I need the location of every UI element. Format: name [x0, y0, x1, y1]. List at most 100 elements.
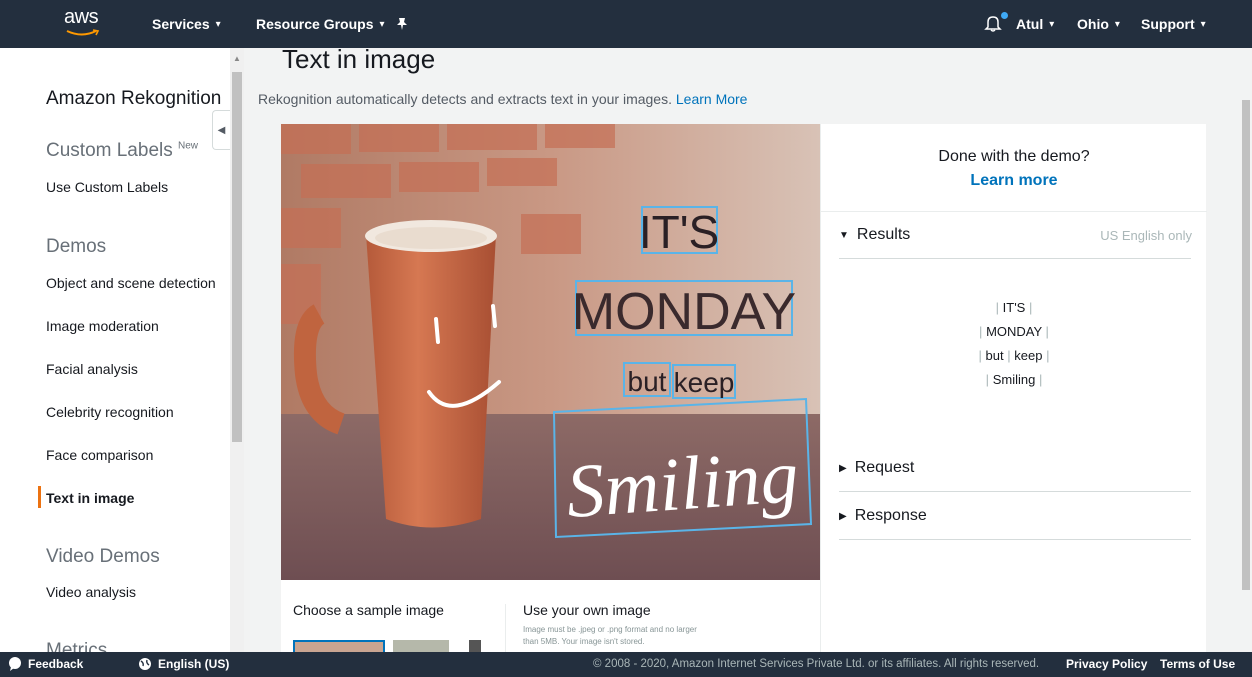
page-scrollbar-thumb[interactable]: [1242, 100, 1250, 590]
results-panel: Done with the demo? Learn more ▼ Results…: [820, 124, 1207, 652]
new-badge: New: [178, 140, 199, 152]
pin-icon: [397, 18, 407, 30]
chevron-down-icon: ▾: [1200, 18, 1206, 30]
sidebar-item-video-analysis[interactable]: Video analysis: [46, 584, 136, 600]
sidebar-item-object-scene-detection[interactable]: Object and scene detection: [46, 275, 216, 291]
user-label: Atul: [1016, 16, 1044, 32]
chevron-down-icon: ▾: [1049, 18, 1055, 30]
result-word: Smiling: [992, 372, 1036, 387]
image-word-keep: keep: [674, 367, 735, 398]
us-english-note: US English only: [1100, 228, 1192, 243]
aws-logo-text: aws: [64, 6, 99, 28]
active-indicator: [38, 486, 41, 508]
globe-icon: [139, 658, 151, 670]
sidebar-title[interactable]: Amazon Rekognition: [46, 88, 221, 110]
result-line: | but | keep |: [978, 348, 1050, 363]
region-menu[interactable]: Ohio ▾: [1077, 0, 1120, 48]
description-text: Rekognition automatically detects and ex…: [258, 91, 672, 107]
image-word-but: but: [628, 366, 667, 397]
sidebar-item-celebrity-recognition[interactable]: Celebrity recognition: [46, 404, 174, 420]
footer: Feedback English (US) © 2008 - 2020, Ama…: [0, 652, 1252, 677]
page-description: Rekognition automatically detects and ex…: [258, 91, 747, 107]
result-line: | IT'S |: [995, 300, 1033, 315]
result-line: | Smiling |: [985, 372, 1043, 387]
divider: [839, 258, 1191, 259]
resource-groups-label: Resource Groups: [256, 16, 374, 32]
image-word-monday: MONDAY: [572, 283, 796, 341]
divider: [505, 604, 506, 654]
sidebar-scrollbar[interactable]: ▲: [230, 48, 244, 652]
chevron-down-icon: ▾: [379, 18, 385, 30]
custom-labels-heading: Custom Labels: [46, 140, 173, 161]
image-word-its: IT'S: [639, 206, 719, 258]
feedback-button[interactable]: Feedback: [8, 657, 83, 671]
caret-right-icon: ▶: [839, 510, 847, 522]
caret-right-icon: ▶: [839, 462, 847, 474]
result-line: | MONDAY |: [979, 324, 1049, 339]
divider: [839, 539, 1191, 540]
sidebar-item-image-moderation[interactable]: Image moderation: [46, 318, 159, 334]
learn-more-link[interactable]: Learn More: [676, 91, 748, 107]
aws-smile-icon: [66, 29, 100, 36]
image-word-smiling: Smiling: [564, 434, 802, 534]
top-navigation: aws Services ▾ Resource Groups ▾ Atul ▾ …: [0, 0, 1252, 48]
use-own-image-label[interactable]: Use your own image: [523, 602, 651, 618]
aws-logo[interactable]: aws: [64, 6, 104, 42]
feedback-label: Feedback: [28, 657, 84, 671]
divider: [839, 491, 1191, 492]
pin-button[interactable]: [396, 0, 408, 48]
privacy-policy-link[interactable]: Privacy Policy: [1066, 657, 1147, 671]
demo-image: IT'S MONDAY but keep Smiling: [281, 124, 820, 580]
results-toggle[interactable]: ▼ Results: [839, 226, 910, 244]
scroll-up-icon[interactable]: ▲: [233, 54, 241, 63]
region-label: Ohio: [1077, 16, 1109, 32]
result-word: MONDAY: [986, 324, 1042, 339]
support-label: Support: [1141, 16, 1195, 32]
language-label: English (US): [158, 657, 230, 671]
request-toggle[interactable]: ▶ Request: [839, 459, 914, 477]
result-word: keep: [1014, 348, 1043, 363]
sidebar-section-video-demos: Video Demos: [46, 546, 160, 567]
chat-bubble-icon: [9, 657, 21, 671]
user-menu[interactable]: Atul ▾: [1016, 0, 1054, 48]
results-text: | IT'S | | MONDAY | | but | keep | | Smi…: [821, 296, 1207, 392]
sidebar: Amazon Rekognition Custom Labels New Use…: [0, 48, 230, 652]
notification-dot: [1001, 12, 1008, 19]
language-selector[interactable]: English (US): [138, 657, 229, 671]
page-title: Text in image: [282, 44, 436, 74]
own-image-note: Image must be .jpeg or .png format and n…: [523, 625, 697, 646]
result-word: IT'S: [1002, 300, 1026, 315]
caret-down-icon: ▼: [839, 229, 849, 241]
chevron-left-icon: ◀: [217, 124, 226, 136]
support-menu[interactable]: Support ▾: [1141, 0, 1206, 48]
learn-more-link[interactable]: Learn more: [821, 172, 1207, 190]
request-label: Request: [854, 459, 915, 476]
sidebar-section-metrics: Metrics: [46, 640, 108, 652]
done-with-demo-text: Done with the demo?: [938, 148, 1090, 165]
page-scrollbar[interactable]: [1238, 48, 1252, 652]
sidebar-section-custom-labels: Custom Labels New: [46, 140, 198, 162]
sidebar-collapse-button[interactable]: ◀: [212, 110, 230, 150]
response-label: Response: [854, 507, 927, 524]
result-word: but: [985, 348, 1004, 363]
sidebar-item-text-in-image[interactable]: Text in image: [46, 490, 134, 506]
chevron-down-icon: ▾: [1114, 18, 1120, 30]
sidebar-item-face-comparison[interactable]: Face comparison: [46, 447, 153, 463]
sample-image-picker: Choose a sample image Use your own image…: [281, 580, 820, 654]
chevron-down-icon: ▾: [215, 18, 221, 30]
sidebar-item-use-custom-labels[interactable]: Use Custom Labels: [46, 179, 168, 195]
sidebar-scrollbar-thumb[interactable]: [232, 72, 242, 442]
coffee-mug-image: IT'S MONDAY but keep Smiling: [281, 124, 820, 580]
sidebar-item-facial-analysis[interactable]: Facial analysis: [46, 361, 138, 377]
copyright-text: © 2008 - 2020, Amazon Internet Services …: [593, 658, 1040, 670]
choose-sample-label: Choose a sample image: [293, 602, 444, 618]
resource-groups-menu[interactable]: Resource Groups ▾: [256, 0, 385, 48]
terms-of-use-link[interactable]: Terms of Use: [1160, 657, 1235, 671]
divider: [821, 211, 1207, 212]
results-label: Results: [856, 226, 911, 243]
services-label: Services: [152, 16, 210, 32]
services-menu[interactable]: Services ▾: [152, 0, 221, 48]
notification-bell-icon[interactable]: [984, 14, 1002, 32]
response-toggle[interactable]: ▶ Response: [839, 507, 927, 525]
sidebar-section-demos: Demos: [46, 236, 107, 257]
